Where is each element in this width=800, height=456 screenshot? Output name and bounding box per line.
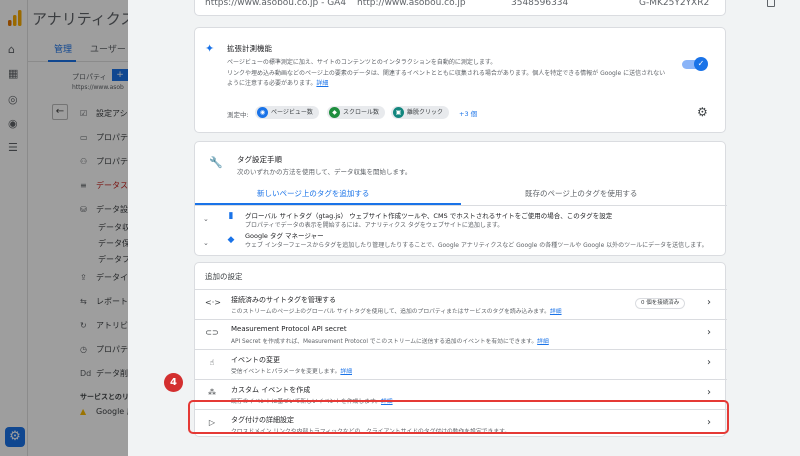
- tab-add-new-on-page-tag[interactable]: 新しいページ上のタグを追加する: [257, 188, 369, 199]
- row-manage-connected-site-tags[interactable]: <·> 接続済みのサイトタグを管理する このストリームのページ上のグローバル サ…: [195, 289, 727, 317]
- stream-url: http://www.asobou.co.jp: [357, 0, 466, 8]
- chip-page-views: ◉ ページビュー数: [255, 106, 319, 119]
- chip-scrolls: ◆ スクロール数: [327, 106, 386, 119]
- settings-gear-icon[interactable]: ⚙: [697, 105, 708, 119]
- code-icon: <·>: [205, 298, 221, 307]
- highlight-box: [188, 400, 729, 434]
- tab-use-existing-on-page-tag[interactable]: 既存のページ上のタグを使用する: [525, 188, 637, 199]
- wrench-icon: 🔧: [209, 156, 223, 169]
- learn-more-link[interactable]: 詳細: [340, 369, 352, 375]
- copy-icon[interactable]: [767, 0, 775, 7]
- chevron-right-icon[interactable]: ›: [707, 327, 711, 338]
- enhanced-measurement-description: ページビューの標準測定に加え、サイトのコンテンツとのインタラクションを自動的に測…: [227, 59, 666, 87]
- eye-icon: ◉: [257, 107, 268, 118]
- stream-info-card: https://www.asobou.co.jp - GA4 http://ww…: [194, 0, 775, 16]
- row-description: このストリームのページ上のグローバル サイトタグを使用して、追加のプロパティまた…: [231, 309, 562, 315]
- option-description: ウェブ インターフェースからタグを追加したり管理したりすることで、Google …: [245, 242, 708, 249]
- tagging-instructions-card: 🔧 タグ設定手順 次のいずれかの方法を使用して、データ収集を開始します。 新しい…: [194, 141, 727, 256]
- row-description: 受信イベントとパラメータを変更します。詳細: [231, 369, 352, 375]
- row-title: 接続済みのサイトタグを管理する: [231, 296, 336, 304]
- row-modify-events[interactable]: ☝ イベントの変更 受信イベントとパラメータを変更します。詳細 ›: [195, 349, 727, 377]
- cursor-icon: ▣: [393, 107, 404, 118]
- tag-icon: ▮: [228, 211, 234, 221]
- learn-more-link[interactable]: 詳細: [316, 80, 328, 87]
- option-title: Google タグ マネージャー: [245, 232, 324, 240]
- step-number-badge: 4: [164, 373, 183, 392]
- stream-id: 3548596334: [511, 0, 569, 8]
- row-title: Measurement Protocol API secret: [231, 325, 347, 333]
- enhanced-measurement-title: 拡張計測機能: [227, 44, 272, 53]
- row-title: カスタム イベントを作成: [231, 386, 311, 394]
- learn-more-link[interactable]: 詳細: [550, 309, 562, 315]
- chevron-right-icon[interactable]: ›: [707, 357, 711, 368]
- chevron-down-icon[interactable]: ⌄: [203, 239, 209, 247]
- learn-more-link[interactable]: 詳細: [537, 339, 549, 345]
- option-google-tag-manager[interactable]: ⌄ ◆ Google タグ マネージャー ウェブ インターフェースからタグを追加…: [195, 228, 727, 252]
- tag-manager-icon: ◆: [227, 235, 235, 245]
- modal-scrim[interactable]: [0, 0, 128, 456]
- scroll-icon: ◆: [329, 107, 340, 118]
- chevron-right-icon[interactable]: ›: [707, 297, 711, 308]
- sparkle-click-icon: ⁂: [208, 388, 216, 397]
- chevron-right-icon[interactable]: ›: [707, 387, 711, 398]
- sparkle-icon: ✦: [205, 42, 215, 55]
- row-description: API Secret を作成すれば、Measurement Protocol で…: [231, 339, 549, 345]
- measurement-id: G-MK25Y2YXR2: [639, 0, 710, 8]
- row-title: イベントの変更: [231, 356, 280, 364]
- measuring-label: 測定中:: [227, 111, 249, 119]
- chip-outbound-clicks: ▣ 離脱クリック: [391, 106, 450, 119]
- row-measurement-protocol[interactable]: ⊂⊃ Measurement Protocol API secret API S…: [195, 319, 727, 347]
- option-title: グローバル サイトタグ（gtag.js） ウェブサイト作成ツールや、CMS でホ…: [245, 212, 613, 220]
- stream-details-panel: https://www.asobou.co.jp - GA4 http://ww…: [128, 0, 800, 456]
- more-events-link[interactable]: +3 個: [459, 108, 477, 118]
- additional-settings-title: 追加の設定: [205, 272, 243, 281]
- touch-icon: ☝: [209, 358, 215, 367]
- tab-divider: [195, 205, 727, 206]
- enhanced-measurement-card: ✦ 拡張計測機能 ページビューの標準測定に加え、サイトのコンテンツとのインタラク…: [194, 27, 726, 133]
- scrollbar[interactable]: [792, 0, 800, 456]
- connected-count-badge: 0 個を接続済み: [635, 298, 686, 309]
- chevron-down-icon[interactable]: ⌄: [203, 215, 209, 223]
- stream-name: https://www.asobou.co.jp - GA4: [205, 0, 347, 8]
- tagging-instructions-title: タグ設定手順: [237, 155, 282, 164]
- api-key-icon: ⊂⊃: [205, 328, 219, 337]
- tagging-instructions-subtitle: 次のいずれかの方法を使用して、データ収集を開始します。: [237, 168, 412, 176]
- toggle-check-icon[interactable]: ✓: [694, 57, 708, 71]
